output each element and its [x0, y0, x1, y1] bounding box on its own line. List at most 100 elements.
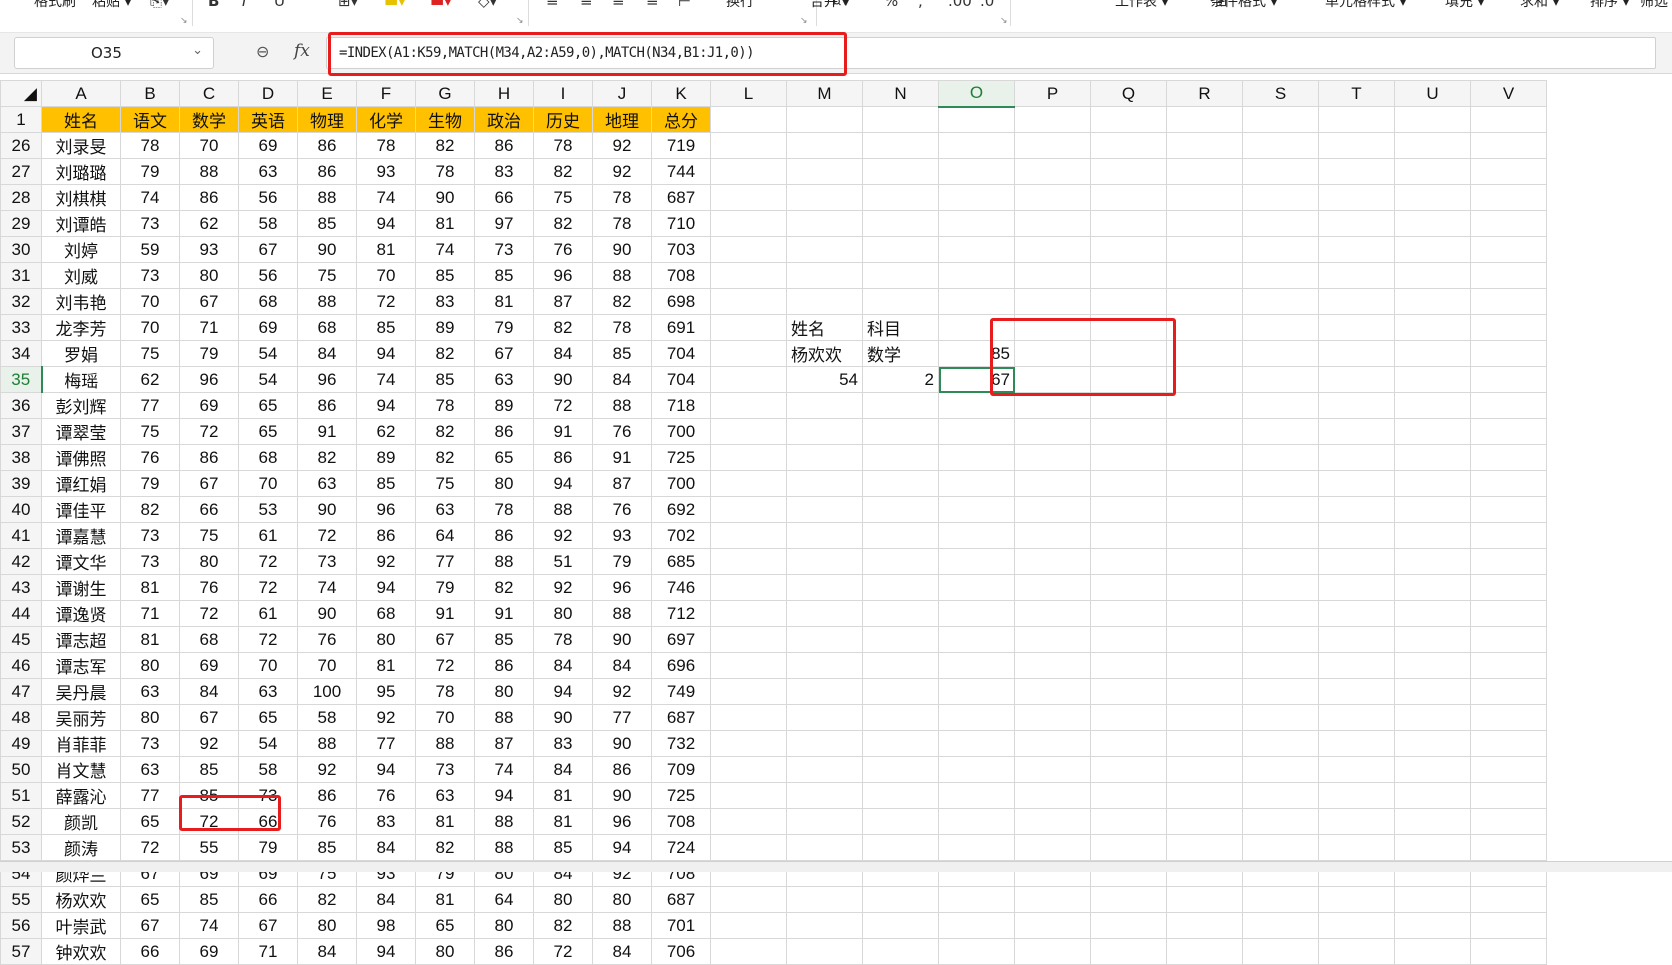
- cell[interactable]: [1242, 366, 1319, 393]
- cell[interactable]: [1090, 132, 1167, 159]
- cell[interactable]: [1470, 756, 1547, 783]
- score-cell[interactable]: 75: [297, 262, 357, 289]
- cell[interactable]: [862, 392, 939, 419]
- cell[interactable]: [938, 106, 1015, 133]
- score-cell[interactable]: 709: [651, 756, 711, 783]
- row-header[interactable]: 40: [0, 496, 42, 523]
- cell[interactable]: [938, 262, 1015, 289]
- cell[interactable]: [938, 132, 1015, 159]
- cell[interactable]: [1318, 756, 1395, 783]
- score-cell[interactable]: 82: [474, 574, 534, 601]
- score-cell[interactable]: 74: [415, 236, 475, 263]
- border-icon[interactable]: ⊞▾: [338, 0, 358, 10]
- cell[interactable]: [1014, 210, 1091, 237]
- cell[interactable]: 85: [938, 340, 1015, 367]
- cell[interactable]: [1014, 912, 1091, 939]
- cell[interactable]: [1394, 496, 1471, 523]
- cell[interactable]: [938, 210, 1015, 237]
- row-header[interactable]: 34: [0, 340, 42, 367]
- score-cell[interactable]: 63: [297, 470, 357, 497]
- cell[interactable]: [1394, 366, 1471, 393]
- indent-icon[interactable]: ⊢: [678, 0, 691, 10]
- column-header-t[interactable]: T: [1318, 80, 1395, 107]
- cell[interactable]: [1318, 574, 1395, 601]
- cell[interactable]: [1014, 418, 1091, 445]
- cell[interactable]: [1318, 626, 1395, 653]
- cell[interactable]: [862, 782, 939, 809]
- cell[interactable]: [1318, 834, 1395, 861]
- row-header[interactable]: 49: [0, 730, 42, 757]
- score-cell[interactable]: 63: [415, 782, 475, 809]
- italic-icon[interactable]: I: [242, 0, 246, 10]
- cell[interactable]: [710, 184, 787, 211]
- score-cell[interactable]: 65: [238, 704, 298, 731]
- score-cell[interactable]: 54: [238, 340, 298, 367]
- align-left-icon[interactable]: ≡: [646, 0, 659, 10]
- score-cell[interactable]: 79: [238, 834, 298, 861]
- score-cell[interactable]: 74: [356, 366, 416, 393]
- score-cell[interactable]: 82: [415, 340, 475, 367]
- cell[interactable]: [1318, 912, 1395, 939]
- score-cell[interactable]: 82: [533, 314, 593, 341]
- score-cell[interactable]: 85: [179, 756, 239, 783]
- cell[interactable]: [1090, 392, 1167, 419]
- score-cell[interactable]: 90: [592, 626, 652, 653]
- score-cell[interactable]: 55: [179, 834, 239, 861]
- row-header[interactable]: 26: [0, 132, 42, 159]
- score-cell[interactable]: 86: [474, 652, 534, 679]
- cell[interactable]: [1166, 574, 1243, 601]
- score-cell[interactable]: 76: [533, 236, 593, 263]
- cell[interactable]: [938, 626, 1015, 653]
- score-cell[interactable]: 698: [651, 288, 711, 315]
- score-cell[interactable]: 72: [533, 392, 593, 419]
- header-cell[interactable]: 化学: [356, 106, 416, 133]
- zoom-icon[interactable]: ⊖: [256, 42, 269, 61]
- score-cell[interactable]: 79: [474, 314, 534, 341]
- score-cell[interactable]: 84: [533, 340, 593, 367]
- score-cell[interactable]: 80: [474, 470, 534, 497]
- cell[interactable]: [1090, 418, 1167, 445]
- cell[interactable]: 科目: [862, 314, 939, 341]
- score-cell[interactable]: 63: [238, 678, 298, 705]
- score-cell[interactable]: 64: [415, 522, 475, 549]
- score-cell[interactable]: 85: [533, 834, 593, 861]
- name-cell[interactable]: 刘婷: [41, 236, 121, 263]
- cell[interactable]: [1470, 444, 1547, 471]
- cell[interactable]: [786, 782, 863, 809]
- cell[interactable]: [1394, 340, 1471, 367]
- name-cell[interactable]: 薛露沁: [41, 782, 121, 809]
- row-header[interactable]: 46: [0, 652, 42, 679]
- cell[interactable]: [1090, 262, 1167, 289]
- cell[interactable]: [1394, 132, 1471, 159]
- score-cell[interactable]: 88: [533, 496, 593, 523]
- cell[interactable]: [1470, 938, 1547, 965]
- cell[interactable]: [862, 548, 939, 575]
- score-cell[interactable]: 85: [415, 366, 475, 393]
- score-cell[interactable]: 746: [651, 574, 711, 601]
- ribbon-button[interactable]: 求和 ▾: [1520, 0, 1559, 11]
- active-cell[interactable]: 67: [938, 366, 1015, 393]
- cell[interactable]: [786, 704, 863, 731]
- fill-color-icon[interactable]: ▬▾: [384, 0, 406, 10]
- cell[interactable]: [1090, 600, 1167, 627]
- cell[interactable]: [1090, 756, 1167, 783]
- score-cell[interactable]: 702: [651, 522, 711, 549]
- cell[interactable]: [710, 392, 787, 419]
- score-cell[interactable]: 75: [415, 470, 475, 497]
- header-cell[interactable]: 物理: [297, 106, 357, 133]
- cell[interactable]: [1394, 210, 1471, 237]
- score-cell[interactable]: 94: [356, 340, 416, 367]
- cell[interactable]: [938, 314, 1015, 341]
- cell[interactable]: [1242, 652, 1319, 679]
- cell[interactable]: [1090, 496, 1167, 523]
- cell[interactable]: [1090, 444, 1167, 471]
- cell[interactable]: [1090, 158, 1167, 185]
- cell[interactable]: [1318, 236, 1395, 263]
- score-cell[interactable]: 87: [533, 288, 593, 315]
- column-header-l[interactable]: L: [710, 80, 787, 107]
- cell[interactable]: [710, 756, 787, 783]
- cell[interactable]: [862, 262, 939, 289]
- column-header-o[interactable]: O: [938, 80, 1015, 108]
- cell[interactable]: 姓名: [786, 314, 863, 341]
- score-cell[interactable]: 67: [179, 470, 239, 497]
